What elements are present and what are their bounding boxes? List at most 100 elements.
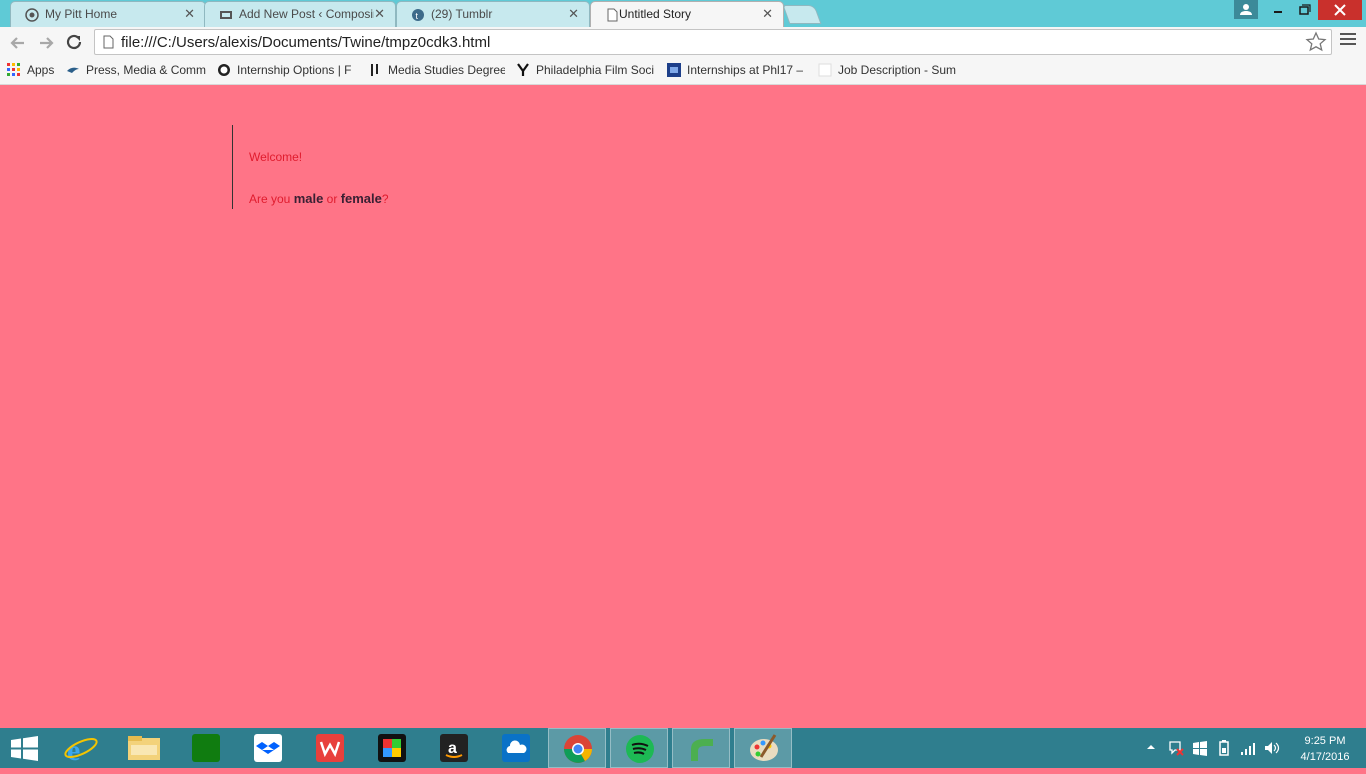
page-icon [607, 8, 618, 22]
bookmark-press-media[interactable]: Press, Media & Comm [66, 63, 206, 77]
bookmark-apps[interactable]: Apps [7, 63, 62, 77]
spotify-icon [626, 735, 654, 763]
pitt-icon [25, 8, 39, 22]
start-button[interactable] [0, 728, 56, 768]
film-society-icon [517, 63, 529, 76]
wps-office-button[interactable] [302, 728, 358, 768]
spotify-button[interactable] [610, 728, 668, 768]
clock-date: 4/17/2016 [1300, 751, 1350, 763]
bookmark-media-studies[interactable]: Media Studies Degree [368, 63, 505, 77]
close-icon[interactable]: ✕ [568, 6, 579, 22]
forward-button[interactable] [34, 31, 58, 55]
chrome-menu-icon[interactable] [1340, 33, 1356, 48]
cloud-icon [502, 734, 530, 762]
store-bag-icon [192, 734, 220, 762]
gender-question: Are you male or female? [249, 191, 389, 206]
dropbox-button[interactable] [240, 728, 296, 768]
dropbox-icon [254, 734, 282, 762]
tab-add-new-post[interactable]: Add New Post ‹ Composin ✕ [204, 1, 396, 27]
show-hidden-icons-button[interactable] [1146, 741, 1156, 755]
user-profile-button[interactable] [1234, 0, 1258, 19]
minimize-button[interactable] [1264, 0, 1292, 20]
close-icon[interactable]: ✕ [184, 6, 195, 22]
tab-title: Add New Post ‹ Composin [239, 7, 374, 21]
action-center-icon[interactable] [1168, 740, 1184, 759]
paint-button[interactable] [734, 728, 792, 768]
tab-strip: My Pitt Home ✕ Add New Post ‹ Composin ✕… [0, 0, 1366, 27]
svg-text:a: a [448, 740, 457, 757]
wps-icon [316, 734, 344, 762]
close-window-button[interactable] [1318, 0, 1362, 20]
bookmark-label: Media Studies Degree [388, 63, 505, 77]
windows-logo-icon [11, 736, 38, 761]
battery-icon[interactable] [1216, 739, 1232, 760]
bird-icon [67, 67, 79, 73]
new-tab-button[interactable] [782, 5, 822, 24]
browser-toolbar: file:///C:/Users/alexis/Documents/Twine/… [0, 27, 1366, 59]
bookmark-internship-options[interactable]: Internship Options | F [217, 63, 354, 77]
blank-page-icon [818, 63, 832, 77]
file-explorer-button[interactable] [116, 728, 172, 768]
restore-button[interactable] [1292, 0, 1318, 20]
star-icon[interactable] [1305, 31, 1327, 53]
address-bar[interactable]: file:///C:/Users/alexis/Documents/Twine/… [94, 29, 1332, 55]
folder-icon [128, 736, 160, 760]
page-icon [103, 35, 114, 49]
restore-icon [1299, 4, 1311, 15]
tab-untitled-story[interactable]: Untitled Story ✕ [590, 1, 784, 27]
tab-title: (29) Tumblr [431, 7, 493, 21]
phl17-icon [667, 63, 681, 77]
welcome-text: Welcome! [249, 150, 303, 164]
bookmark-label: Job Description - Sum [838, 63, 956, 77]
bookmark-job-description[interactable]: Job Description - Sum [818, 63, 956, 77]
chrome-button[interactable] [548, 728, 606, 768]
internet-explorer-button[interactable]: e [54, 728, 110, 768]
bookmark-label: Internship Options | F [237, 63, 352, 77]
photo-app-button[interactable] [364, 728, 420, 768]
volume-icon[interactable] [1264, 740, 1280, 759]
amazon-icon: a [440, 734, 468, 762]
store-button[interactable] [178, 728, 234, 768]
bookmark-internships-phl17[interactable]: Internships at Phl17 – [667, 63, 803, 77]
female-link[interactable]: female [341, 191, 382, 206]
ij-logo-icon [371, 64, 378, 76]
tab-title: My Pitt Home [45, 7, 118, 21]
apps-grid-icon [7, 63, 20, 76]
network-signal-icon[interactable] [1240, 740, 1256, 759]
windows-taskbar: e a 9:25 PM 4/17/2016 [0, 728, 1366, 768]
person-icon [1240, 4, 1252, 15]
url-text: file:///C:/Users/alexis/Documents/Twine/… [121, 34, 491, 51]
system-clock[interactable]: 9:25 PM 4/17/2016 [1290, 733, 1360, 765]
question-suffix: ? [381, 192, 389, 206]
reload-button[interactable] [62, 31, 86, 55]
close-icon[interactable]: ✕ [374, 6, 385, 22]
bookmark-philadelphia-film[interactable]: Philadelphia Film Soci [516, 63, 656, 77]
internet-explorer-icon: e [64, 734, 98, 767]
close-icon[interactable]: ✕ [762, 6, 773, 22]
back-arrow-icon [10, 37, 24, 49]
forward-arrow-icon [40, 37, 54, 49]
tab-title: Untitled Story [619, 7, 692, 21]
tab-tumblr[interactable]: t (29) Tumblr ✕ [396, 1, 590, 27]
bookmark-label: Press, Media & Comm [86, 63, 206, 77]
story-passage: Welcome! Are you male or female? [232, 125, 389, 209]
back-button[interactable] [6, 31, 30, 55]
bookmark-label: Apps [27, 63, 55, 77]
bookmark-label: Philadelphia Film Soci [536, 63, 655, 77]
minimize-icon [1274, 11, 1282, 13]
male-link[interactable]: male [294, 191, 324, 206]
bookmark-label: Internships at Phl17 – [687, 63, 803, 77]
chrome-icon [564, 735, 592, 763]
reload-icon [66, 34, 82, 50]
twine-icon [691, 739, 713, 761]
question-or: or [323, 192, 341, 206]
amazon-button[interactable]: a [426, 728, 482, 768]
tab-my-pitt-home[interactable]: My Pitt Home ✕ [10, 1, 206, 27]
wordpress-icon [220, 11, 232, 19]
close-icon [1334, 4, 1346, 16]
windows-tray-icon[interactable] [1192, 740, 1208, 759]
twine-button[interactable] [672, 728, 730, 768]
question-prefix: Are you [249, 192, 294, 206]
svg-text:e: e [67, 734, 80, 767]
onedrive-button[interactable] [488, 728, 544, 768]
